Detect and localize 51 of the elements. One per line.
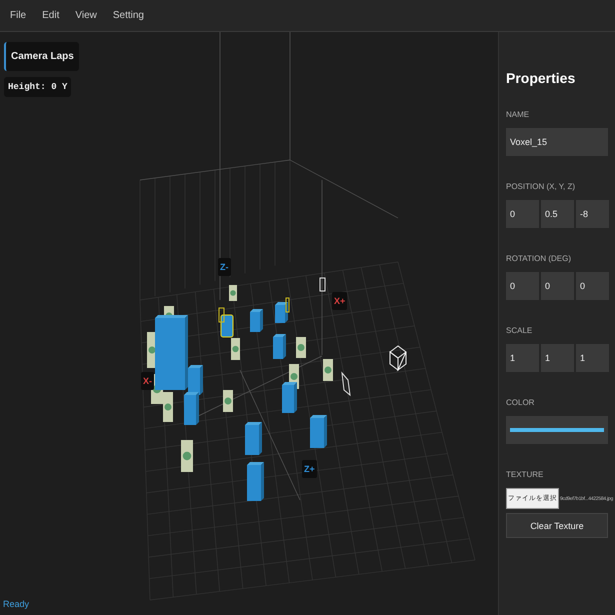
cube-icon[interactable]	[389, 345, 407, 372]
status-text: Ready	[3, 599, 30, 609]
textured-voxel	[181, 440, 193, 472]
axis-label: Z-	[218, 258, 230, 276]
number-field[interactable]: 1	[506, 344, 539, 372]
axis-label: Z+	[302, 460, 317, 478]
voxel-cube	[245, 422, 262, 455]
voxel-cube	[184, 392, 199, 425]
number-field[interactable]: 0	[506, 200, 539, 228]
number-field[interactable]: 1	[541, 344, 574, 372]
menu-item[interactable]: Setting	[106, 6, 150, 25]
camera-button[interactable]: Camera Laps	[4, 42, 79, 71]
axis-label: X-	[141, 372, 154, 390]
height-readout: Height: 0 Y	[4, 77, 72, 97]
number-field[interactable]: 1	[576, 344, 609, 372]
textured-voxel	[231, 338, 240, 360]
menu-item[interactable]: File	[4, 6, 32, 25]
number-field[interactable]: -8	[576, 200, 609, 228]
textured-voxel	[229, 285, 237, 301]
voxel-cube	[250, 309, 263, 332]
clear-texture-button[interactable]: Clear Texture	[506, 513, 608, 538]
voxel-cube	[247, 462, 264, 501]
menu-item[interactable]: Edit	[36, 6, 66, 25]
field-label: ROTATION (DEG)	[506, 254, 572, 263]
textured-voxel	[163, 392, 173, 422]
voxel-cube	[310, 415, 327, 448]
textured-voxel	[323, 359, 333, 381]
field-label: NAME	[506, 110, 530, 119]
name-field[interactable]: Voxel_15	[506, 128, 608, 156]
color-picker[interactable]	[506, 416, 608, 444]
panel-title: Properties	[506, 70, 576, 86]
field-label: SCALE	[506, 326, 534, 335]
textured-voxel	[296, 337, 306, 358]
number-field[interactable]: 0	[541, 272, 574, 300]
menu-item[interactable]: View	[69, 6, 103, 25]
selection-marker	[218, 308, 224, 322]
field-label: COLOR	[506, 398, 536, 407]
field-label: POSITION (X, Y, Z)	[506, 182, 576, 191]
number-field[interactable]: 0.5	[541, 200, 574, 228]
wire-frame	[320, 278, 326, 292]
axis-label: X+	[332, 292, 348, 310]
voxel-cube	[275, 302, 288, 323]
number-field[interactable]: 0	[576, 272, 609, 300]
voxel-cube	[273, 334, 286, 359]
number-field[interactable]: 0	[506, 272, 539, 300]
wire-frame	[341, 371, 351, 396]
voxel-cube	[220, 314, 234, 338]
voxel-cube	[282, 382, 297, 413]
selection-marker	[286, 298, 290, 312]
field-label: TEXTURE	[506, 470, 544, 479]
textured-voxel	[223, 390, 233, 412]
